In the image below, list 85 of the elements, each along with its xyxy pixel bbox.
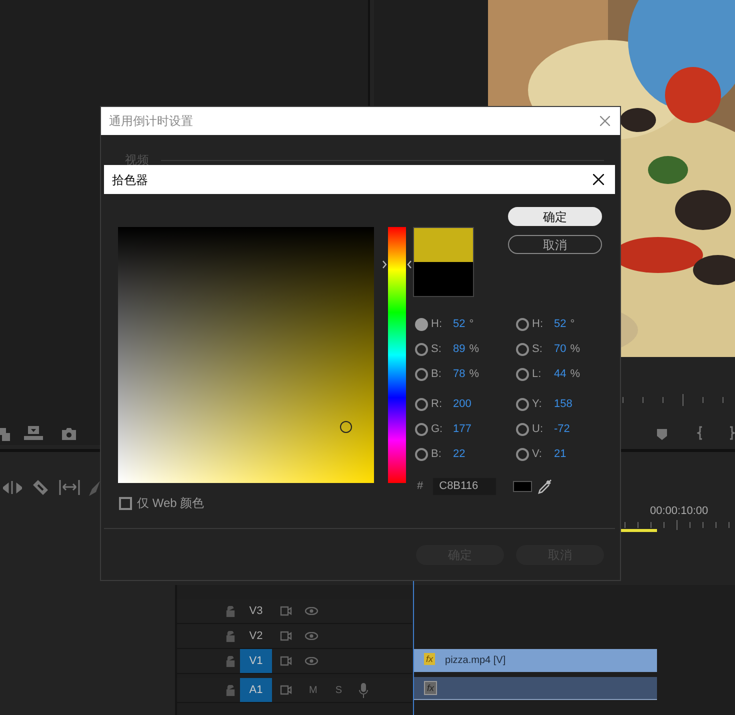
ripple-edit-icon[interactable] [3,481,22,496]
field-value[interactable]: 22 [453,446,466,463]
radio-button[interactable] [516,448,529,461]
field-value[interactable]: 21 [554,446,566,463]
field-value[interactable]: 52 [453,316,466,333]
field-label: V: [532,447,543,462]
camera-icon[interactable] [62,428,76,440]
field-label: S: [532,342,544,358]
radio-button[interactable] [415,448,428,461]
marker-icon[interactable] [657,429,667,440]
razor-icon[interactable] [33,480,48,495]
radio-button[interactable] [516,343,529,356]
audio-clip[interactable]: fx [414,677,657,700]
out-point-icon[interactable] [729,426,735,440]
lock-icon[interactable] [226,630,235,642]
field-value[interactable]: 52 [554,316,566,333]
lock-icon[interactable] [226,656,235,666]
track-target[interactable]: V3 [240,599,272,623]
hex-label: # [417,479,424,494]
radio-button[interactable] [415,318,428,331]
radio-button[interactable] [516,423,529,436]
unit-label: % [570,342,580,358]
field-label: S: [431,342,442,358]
track-target[interactable]: A1 [240,678,272,702]
fx-badge: fx [424,653,436,665]
solo-toggle[interactable]: S [335,682,342,698]
field-value[interactable]: 78 [453,366,466,383]
lock-icon[interactable] [226,684,235,696]
field-value[interactable]: 200 [453,396,472,413]
track-target[interactable]: V1 [240,649,272,673]
field-value[interactable]: 177 [453,421,472,438]
dialog-title: 拾色器 [112,172,148,188]
microphone-icon[interactable] [359,682,368,698]
field-value[interactable]: 89 [453,341,466,358]
radio-button[interactable] [516,318,529,331]
field-label: L: [532,367,542,382]
field-label: U: [532,422,544,438]
color-field[interactable] [118,227,374,483]
unit-label: % [570,367,580,382]
field-label: Y: [532,397,543,412]
dialog-button[interactable]: 确定 [508,207,602,226]
field-value[interactable]: -72 [554,421,570,438]
timecode: 00:00:10:00 [650,504,708,519]
unit-label: ° [570,317,575,332]
radio-button[interactable] [516,398,529,411]
fx-badge: fx [424,681,438,695]
field-label: G: [431,422,444,438]
checkbox[interactable] [119,496,132,510]
radio-button[interactable] [415,423,428,436]
field-label: R: [431,397,443,412]
field-label: H: [532,317,544,332]
export-frame-icon[interactable] [24,426,43,440]
track-target[interactable]: V2 [240,624,272,648]
checkbox-label: 仅 Web 颜色 [137,495,204,512]
unit-label: ° [469,317,474,332]
eye-icon[interactable] [305,632,318,640]
radio-button[interactable] [415,398,428,411]
radio-button[interactable] [415,368,428,381]
hex-field[interactable]: C8B116 [433,478,496,495]
mute-toggle[interactable]: M [309,682,318,698]
video-clip[interactable]: fx pizza.mp4 [V] [414,649,657,672]
unit-label: % [469,342,480,358]
dialog-title: 通用倒计时设置 [109,113,193,130]
field-value[interactable]: 44 [554,366,566,383]
field-label: B: [431,367,442,382]
eyedropper-icon[interactable] [538,479,552,494]
hue-slider-thumb[interactable] [382,260,412,269]
field-label: H: [431,317,443,332]
slip-icon[interactable] [59,480,80,495]
field-label: B: [431,447,442,462]
dialog-button[interactable]: 取消 [508,235,602,254]
radio-button[interactable] [415,343,428,356]
eye-icon[interactable] [305,607,318,615]
clip-label: pizza.mp4 [V] [445,654,506,668]
color-picker-ring[interactable] [340,420,352,433]
close-icon[interactable] [593,174,604,185]
hue-slider[interactable] [382,227,410,483]
radio-button[interactable] [516,368,529,381]
lock-icon[interactable] [226,606,235,616]
eye-icon[interactable] [305,657,318,665]
field-value[interactable]: 70 [554,341,566,358]
unit-label: % [469,367,480,382]
color-swatch[interactable] [513,481,532,492]
in-point-icon[interactable] [697,426,703,440]
field-value[interactable]: 158 [554,396,572,413]
